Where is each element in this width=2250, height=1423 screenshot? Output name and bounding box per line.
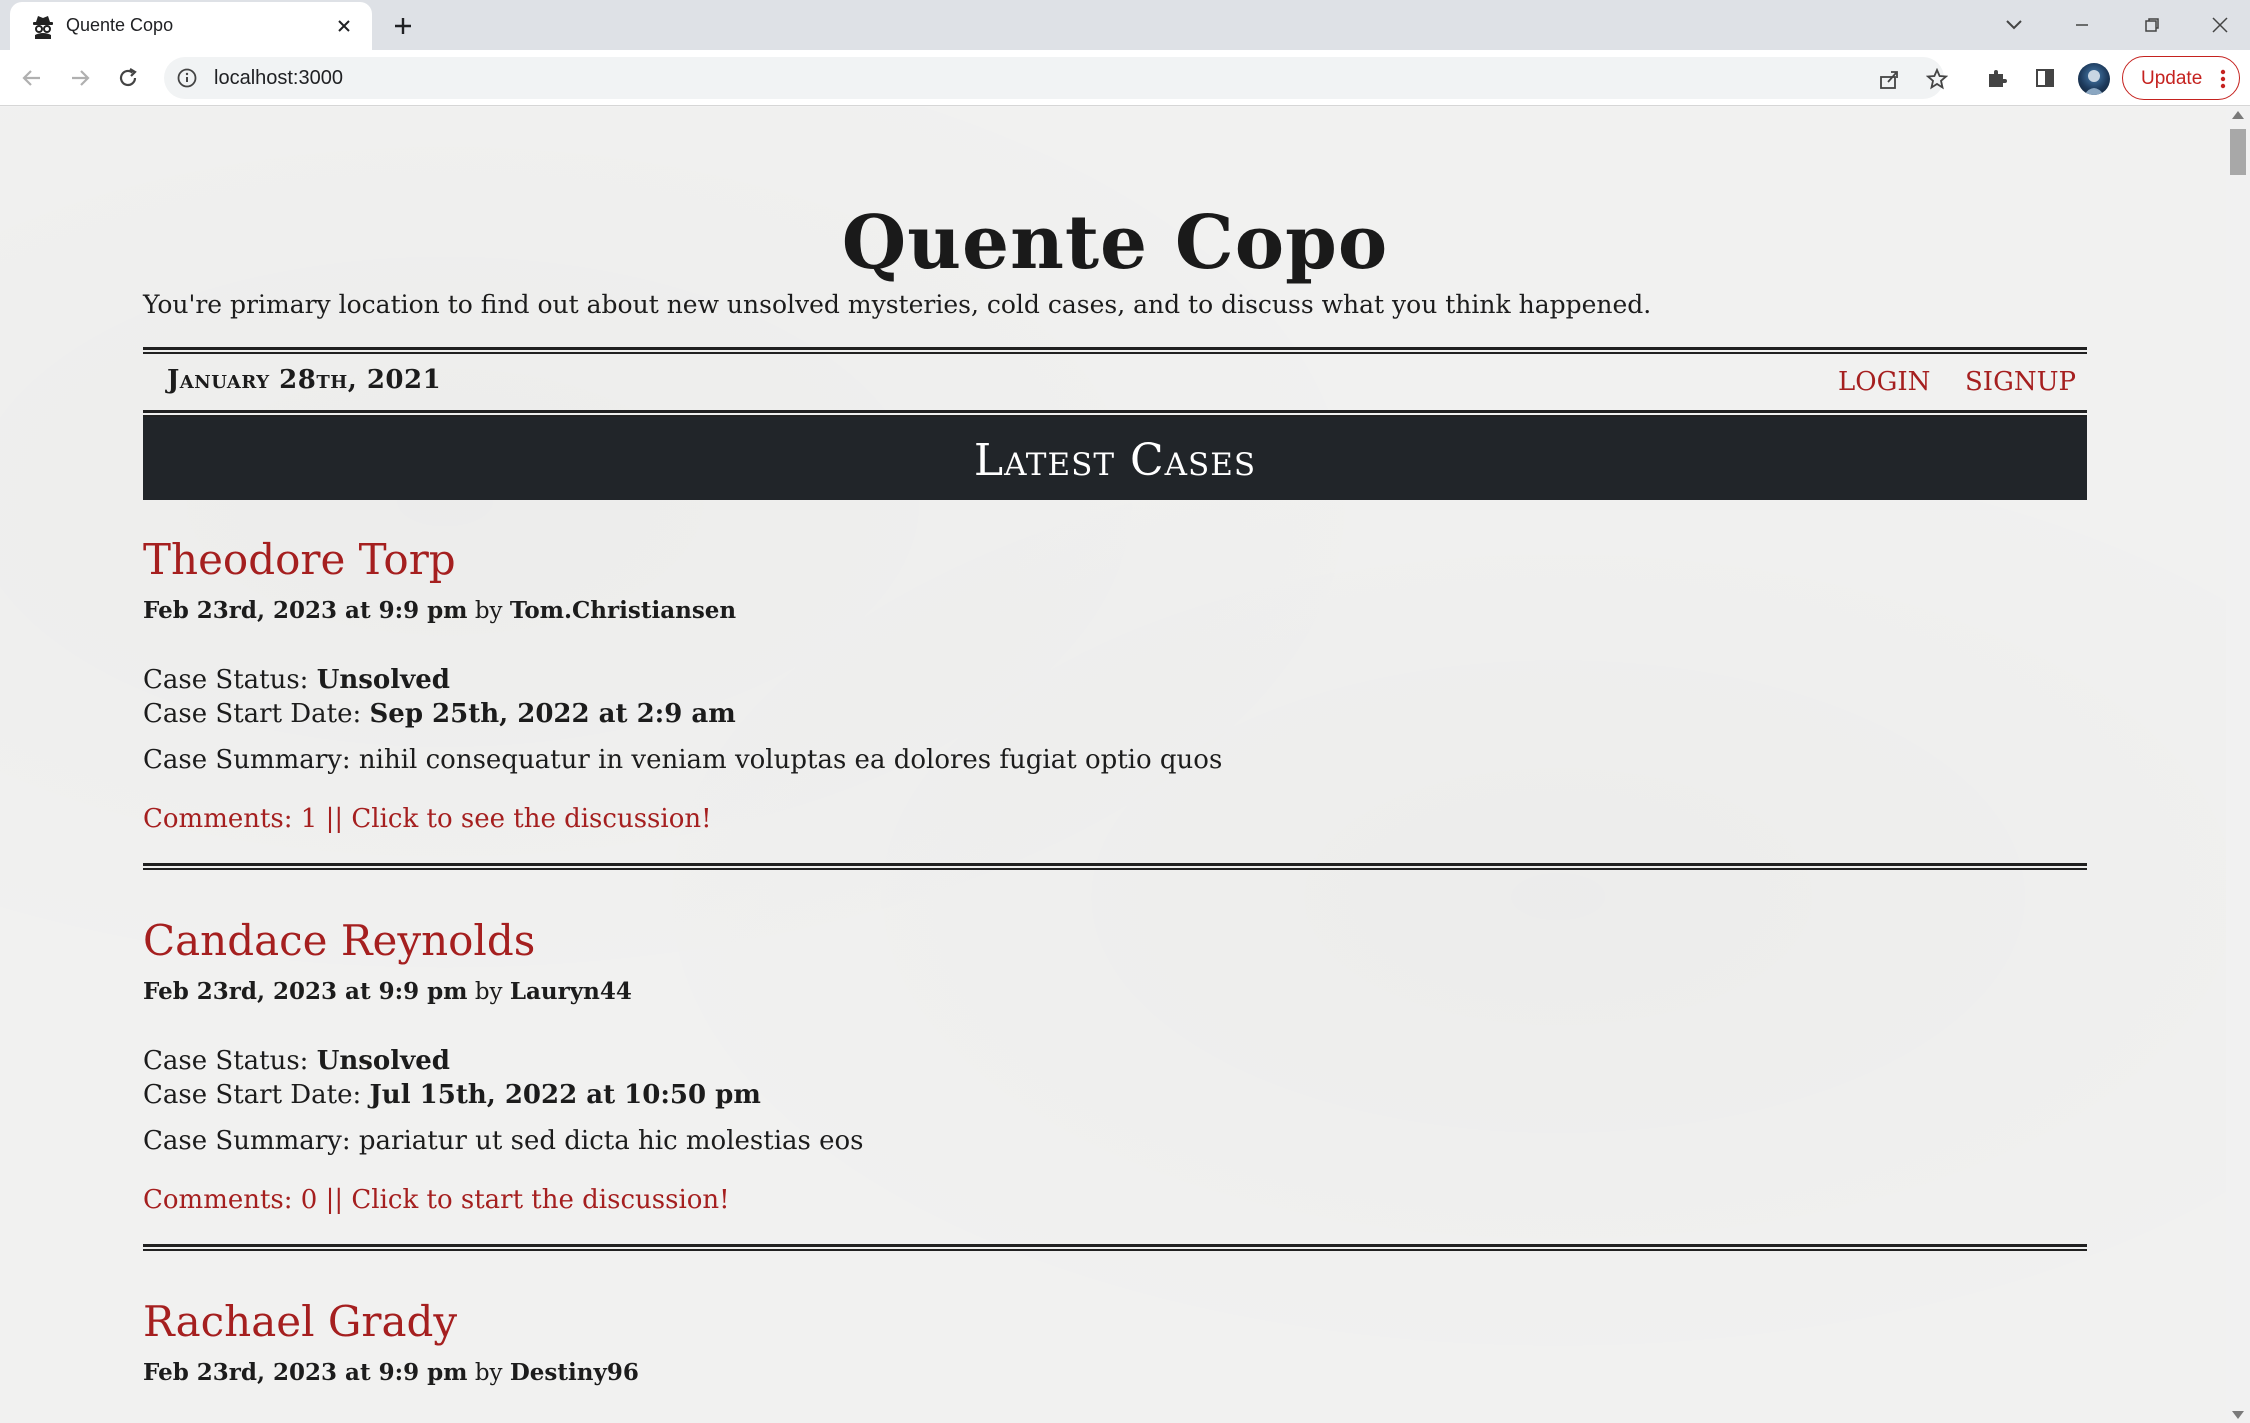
case-meta: Feb 23rd, 2023 at 9:9 pm by Destiny96 (143, 1359, 639, 1386)
case-summary-text: nihil consequatur in veniam voluptas ea … (358, 745, 1223, 775)
side-panel-icon[interactable] (2030, 63, 2060, 93)
case-posted-date: Feb 23rd, 2023 at 9:9 pm (143, 978, 468, 1005)
page-scrollbar[interactable] (2226, 107, 2250, 1423)
minimize-icon[interactable] (2064, 8, 2100, 42)
case-summary: Case Summary: nihil consequatur in venia… (143, 745, 1222, 775)
login-link[interactable]: LOGIN (1838, 367, 1930, 397)
case-summary-label: Case Summary: (143, 745, 351, 775)
case-status-value: Unsolved (316, 1046, 450, 1076)
case-title-link[interactable]: Theodore Torp (143, 535, 456, 584)
site-tagline: You're primary location to find out abou… (143, 290, 1652, 319)
case-start-date: Case Start Date: Jul 15th, 2022 at 10:50… (143, 1080, 761, 1110)
scroll-down-arrow-icon[interactable] (2232, 1411, 2244, 1419)
case-meta: Feb 23rd, 2023 at 9:9 pm by Lauryn44 (143, 978, 632, 1005)
case-summary-label: Case Summary: (143, 1126, 351, 1156)
address-bar[interactable]: localhost:3000 (164, 57, 1948, 99)
section-title: Latest Cases (973, 435, 1257, 486)
restore-icon[interactable] (2134, 8, 2170, 42)
by-label: by (474, 1360, 503, 1386)
tab-title: Quente Copo (66, 15, 174, 35)
case-divider (143, 1244, 2087, 1251)
page-viewport: Quente Copo You're primary location to f… (0, 107, 2226, 1423)
case-comments-link[interactable]: Comments: 0 || Click to start the discus… (143, 1185, 730, 1215)
case-start-date-value: Jul 15th, 2022 at 10:50 pm (369, 1080, 761, 1110)
case-author: Tom.Christiansen (509, 597, 737, 624)
browser-tab[interactable]: Quente Copo (10, 2, 372, 50)
profile-avatar[interactable] (2078, 63, 2110, 95)
signup-link[interactable]: SIGNUP (1965, 367, 2076, 397)
by-label: by (474, 979, 503, 1005)
share-icon[interactable] (1876, 66, 1902, 92)
browser-toolbar: localhost:3000 Update (0, 50, 2250, 106)
reload-icon[interactable] (112, 62, 144, 94)
extensions-puzzle-icon[interactable] (1982, 63, 2012, 93)
update-button-label: Update (2141, 68, 2203, 89)
tab-search-chevron-icon[interactable] (1996, 8, 2032, 42)
detective-icon (33, 16, 53, 39)
more-menu-icon[interactable] (2219, 68, 2227, 90)
header-divider (143, 347, 2087, 354)
case-start-date: Case Start Date: Sep 25th, 2022 at 2:9 a… (143, 699, 736, 729)
nav-divider (143, 410, 2087, 417)
case-title-link[interactable]: Candace Reynolds (143, 916, 535, 965)
case-divider (143, 863, 2087, 870)
case-meta: Feb 23rd, 2023 at 9:9 pm by Tom.Christia… (143, 597, 736, 624)
current-date: January 28th, 2021 (167, 365, 442, 395)
browser-tab-bar: Quente Copo (0, 0, 2250, 50)
case-status-label: Case Status: (143, 665, 309, 695)
by-label: by (474, 598, 503, 624)
scroll-thumb[interactable] (2230, 129, 2246, 175)
forward-arrow-icon[interactable] (64, 62, 96, 94)
site-info-icon[interactable] (176, 67, 198, 89)
close-tab-icon[interactable] (332, 14, 356, 38)
url-text[interactable]: localhost:3000 (214, 67, 343, 90)
case-start-date-label: Case Start Date: (143, 699, 362, 729)
case-summary: Case Summary: pariatur ut sed dicta hic … (143, 1126, 864, 1156)
site-title[interactable]: Quente Copo (143, 200, 2087, 286)
close-window-icon[interactable] (2202, 8, 2238, 42)
case-title-link[interactable]: Rachael Grady (143, 1297, 457, 1346)
update-button[interactable]: Update (2122, 56, 2240, 100)
case-start-date-label: Case Start Date: (143, 1080, 362, 1110)
case-comments-link[interactable]: Comments: 1 || Click to see the discussi… (143, 804, 712, 834)
case-author: Lauryn44 (509, 978, 632, 1005)
bookmark-star-icon[interactable] (1924, 66, 1950, 92)
new-tab-icon[interactable] (388, 11, 418, 41)
case-posted-date: Feb 23rd, 2023 at 9:9 pm (143, 1359, 468, 1386)
case-author: Destiny96 (509, 1359, 639, 1386)
back-arrow-icon[interactable] (16, 62, 48, 94)
case-start-date-value: Sep 25th, 2022 at 2:9 am (369, 699, 736, 729)
case-status: Case Status: Unsolved (143, 1046, 450, 1076)
case-status-label: Case Status: (143, 1046, 309, 1076)
latest-cases-banner: Latest Cases (143, 417, 2087, 500)
case-posted-date: Feb 23rd, 2023 at 9:9 pm (143, 597, 468, 624)
case-status-value: Unsolved (316, 665, 450, 695)
case-summary-text: pariatur ut sed dicta hic molestias eos (358, 1126, 864, 1156)
case-status: Case Status: Unsolved (143, 665, 450, 695)
scroll-up-arrow-icon[interactable] (2232, 111, 2244, 119)
